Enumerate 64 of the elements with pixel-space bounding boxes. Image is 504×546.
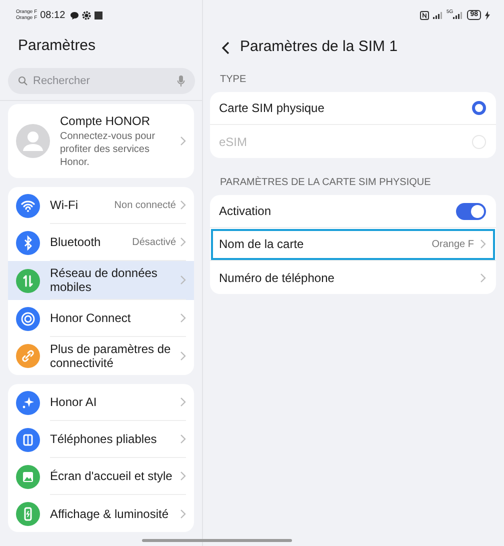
microphone-icon [177,75,185,87]
settings-row[interactable]: Activation [210,195,496,228]
item-label: Honor Connect [50,311,132,325]
account-subtitle: Connectez-vous pour profiter des services Honor. [60,130,156,169]
settings-item[interactable]: Plus de paramètres de connectivité [8,337,194,375]
chevron-icon [180,471,186,481]
account-card[interactable]: Compte HONOR Connectez-vous pour profiter des services Honor. [8,104,194,178]
page-title: Paramètres [17,36,97,56]
settings-item[interactable]: Wi-Fi Non connecté [8,187,194,224]
chevron-icon [180,200,186,210]
item-value: Non connecté [114,198,176,212]
settings-item[interactable]: Réseau de données mobiles [8,261,194,300]
row-label: eSIM [219,134,248,148]
row-label: Numéro de téléphone [219,270,336,284]
settings-row[interactable]: Numéro de téléphone [210,261,496,294]
row-label: Nom de la carte [219,237,305,251]
item-label: Téléphones pliables [50,432,158,446]
chevron-icon [180,351,186,361]
section-header: PARAMÈTRES DE LA CARTE SIM PHYSIQUE [219,175,432,190]
settings-item[interactable]: Honor Connect [8,300,194,337]
clock: 08:12 [40,8,66,22]
chevron-icon [480,272,486,282]
chevron-icon [180,313,186,323]
chevron-icon [180,434,186,444]
account-name: Compte HONOR [60,113,152,130]
toggle-switch[interactable] [456,202,486,220]
row-label: Activation [219,204,272,218]
chevron-icon [180,136,186,146]
settings-item[interactable]: Affichage & luminosité [8,495,194,532]
item-value: Désactivé [132,236,176,250]
page-title: Paramètres de la SIM 1 [240,37,398,58]
charging-icon [485,10,490,20]
settings-item[interactable]: Téléphones pliables [8,421,194,458]
back-icon[interactable] [221,40,230,54]
chevron-icon [180,508,186,518]
signal-icon [432,11,443,19]
item-label: Affichage & luminosité [50,506,170,520]
settings-row[interactable]: Carte SIM physique [210,92,496,125]
section-header: TYPE [219,73,248,87]
chevron-icon [480,239,486,249]
radio-button[interactable] [472,101,486,115]
item-label: Bluetooth [50,235,102,249]
row-value: Orange F [432,238,474,252]
item-label: Wi-Fi [50,198,79,212]
item-label: Réseau de données mobiles [50,266,158,294]
signal-icon [453,11,464,19]
chevron-icon [180,397,186,407]
search-field[interactable]: Rechercher [33,72,172,90]
gear-icon [82,10,92,20]
settings-row[interactable]: Nom de la carte Orange F [210,228,496,261]
avatar-icon [16,124,50,158]
settings-item[interactable]: Écran d'accueil et style [8,458,194,495]
row-label: Carte SIM physique [219,101,326,115]
search-bar[interactable]: Rechercher [8,68,195,94]
screen-icon [94,10,104,20]
item-label: Écran d'accueil et style [50,469,174,483]
chat-icon [70,10,80,20]
nfc-icon [420,10,429,20]
item-label: Honor AI [50,395,98,409]
chevron-icon [180,275,186,285]
chevron-icon [180,237,186,247]
search-icon [18,76,28,86]
settings-item[interactable]: Honor AI [8,384,194,421]
item-label: Plus de paramètres de connectivité [50,342,172,370]
